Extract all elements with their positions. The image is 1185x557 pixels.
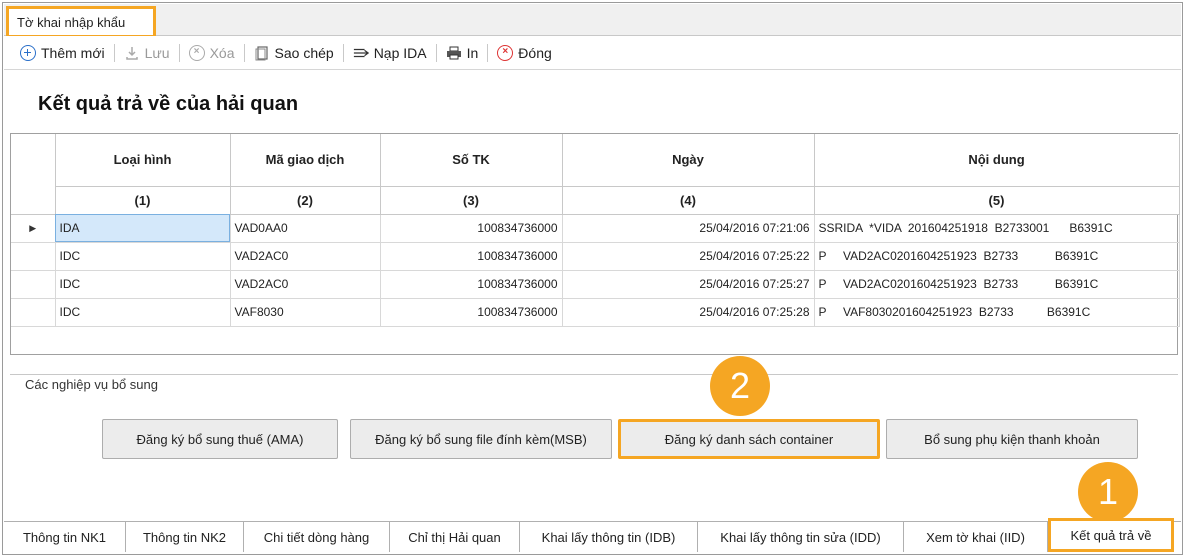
save-label: Lưu xyxy=(144,44,170,61)
tab-khai-lay-thong-tin-idb[interactable]: Khai lấy thông tin (IDB) xyxy=(520,522,698,552)
column-index-3: (3) xyxy=(380,186,563,215)
plus-circle-icon xyxy=(20,44,36,61)
tab-khai-lay-thong-tin-sua-idd[interactable]: Khai lấy thông tin sửa (IDD) xyxy=(698,522,904,552)
save-icon xyxy=(125,46,138,60)
delete-icon: × xyxy=(188,44,205,61)
cell-noi-dung[interactable]: P VAD2AC0201604251923 B2733 B6391C xyxy=(814,270,1180,299)
printer-icon xyxy=(446,46,461,59)
toolbar-separator xyxy=(342,43,344,62)
save-button[interactable]: Lưu xyxy=(118,45,176,61)
page-title: Kết quả trả về của hải quan xyxy=(38,93,299,115)
row-indicator xyxy=(11,242,56,271)
cell-loai-hinh[interactable]: IDC xyxy=(55,270,231,299)
cell-ngay[interactable]: 25/04/2016 07:25:28 xyxy=(562,298,815,327)
tab-xem-to-khai-iid[interactable]: Xem tờ khai (IID) xyxy=(904,522,1048,552)
copy-icon xyxy=(255,45,268,60)
cell-so-tk[interactable]: 100834736000 xyxy=(380,270,563,299)
cell-noi-dung[interactable]: P VAF8030201604251923 B2733 B6391C xyxy=(814,298,1180,327)
column-index-2: (2) xyxy=(230,186,381,215)
cell-so-tk[interactable]: 100834736000 xyxy=(380,298,563,327)
tab-chi-tiet-dong-hang[interactable]: Chi tiết dòng hàng xyxy=(244,522,390,552)
cell-so-tk[interactable]: 100834736000 xyxy=(380,242,563,271)
tab-thong-tin-nk1[interactable]: Thông tin NK1 xyxy=(4,522,126,552)
column-header-ngay[interactable]: Ngày xyxy=(562,134,815,187)
step-badge-1: 1 xyxy=(1078,462,1138,522)
toolbar-separator xyxy=(243,43,245,62)
cell-ma-giao-dich[interactable]: VAD2AC0 xyxy=(230,270,381,299)
cell-loai-hinh[interactable]: IDA xyxy=(55,214,231,243)
cell-ma-giao-dich[interactable]: VAD2AC0 xyxy=(230,242,381,271)
print-button[interactable]: In xyxy=(440,45,485,61)
toolbar-separator xyxy=(487,43,489,62)
results-grid[interactable]: Loại hình Mã giao dịch Số TK Ngày Nội du… xyxy=(10,133,1180,355)
column-header-noi-dung[interactable]: Nội dung xyxy=(814,134,1180,187)
delete-label: Xóa xyxy=(209,44,235,61)
cell-noi-dung[interactable]: SSRIDA *VIDA 201604251918 B2733001 B6391… xyxy=(814,214,1180,243)
current-row-arrow-icon: ▶ xyxy=(11,214,56,243)
register-container-list-button[interactable]: Đăng ký danh sách container xyxy=(618,419,880,459)
load-ida-button[interactable]: Nạp IDA xyxy=(347,45,433,61)
tab-chi-thi-hai-quan[interactable]: Chỉ thị Hải quan xyxy=(390,522,520,552)
cell-loai-hinh[interactable]: IDC xyxy=(55,298,231,327)
load-icon xyxy=(353,48,369,57)
toolbar-separator xyxy=(178,43,180,62)
delete-button[interactable]: × Xóa xyxy=(183,44,241,61)
step-badge-2: 2 xyxy=(710,356,770,416)
row-indicator-header xyxy=(11,134,56,215)
load-ida-label: Nạp IDA xyxy=(373,44,427,61)
tab-thong-tin-nk2[interactable]: Thông tin NK2 xyxy=(126,522,244,552)
table-row[interactable]: IDC VAF8030 100834736000 25/04/2016 07:2… xyxy=(11,298,1180,327)
copy-label: Sao chép xyxy=(274,44,334,61)
results-table: Loại hình Mã giao dịch Số TK Ngày Nội du… xyxy=(11,134,1180,327)
cell-ngay[interactable]: 25/04/2016 07:25:27 xyxy=(562,270,815,299)
bottom-tab-bar: Thông tin NK1 Thông tin NK2 Chi tiết dòn… xyxy=(4,518,1181,553)
main-content: Kết quả trả về của hải quan Loại hình Mã… xyxy=(4,71,1181,517)
column-index-5: (5) xyxy=(814,186,1180,215)
supplementary-group-label: Các nghiệp vụ bổ sung xyxy=(22,377,161,392)
supplementary-group: Các nghiệp vụ bổ sung Đăng ký bổ sung th… xyxy=(10,374,1178,486)
toolbar-separator xyxy=(435,43,437,62)
tab-ket-qua-tra-ve[interactable]: Kết quả trả về xyxy=(1048,518,1174,552)
cell-ngay[interactable]: 25/04/2016 07:25:22 xyxy=(562,242,815,271)
register-attachment-supplement-button[interactable]: Đăng ký bổ sung file đính kèm(MSB) xyxy=(350,419,612,459)
table-row[interactable]: ▶ IDA VAD0AA0 100834736000 25/04/2016 07… xyxy=(11,214,1180,243)
register-tax-supplement-button[interactable]: Đăng ký bổ sung thuế (AMA) xyxy=(102,419,338,459)
print-label: In xyxy=(466,44,479,61)
table-row[interactable]: IDC VAD2AC0 100834736000 25/04/2016 07:2… xyxy=(11,270,1180,299)
document-tab-strip: Tờ khai nhập khẩu xyxy=(4,4,1181,38)
cell-loai-hinh[interactable]: IDC xyxy=(55,242,231,271)
cell-noi-dung[interactable]: P VAD2AC0201604251923 B2733 B6391C xyxy=(814,242,1180,271)
row-indicator xyxy=(11,270,56,299)
column-index-1: (1) xyxy=(55,186,231,215)
copy-button[interactable]: Sao chép xyxy=(248,45,340,61)
table-row[interactable]: IDC VAD2AC0 100834736000 25/04/2016 07:2… xyxy=(11,242,1180,271)
close-button[interactable]: × Đóng xyxy=(491,44,557,61)
column-header-so-tk[interactable]: Số TK xyxy=(380,134,563,187)
cell-ma-giao-dich[interactable]: VAF8030 xyxy=(230,298,381,327)
add-new-button[interactable]: Thêm mới xyxy=(14,44,111,61)
toolbar: Thêm mới Lưu × Xóa Sao chép Nạp IDA In ×… xyxy=(4,36,1181,70)
row-indicator xyxy=(11,298,56,327)
liquidation-accessory-button[interactable]: Bổ sung phụ kiện thanh khoản xyxy=(886,419,1138,459)
column-index-4: (4) xyxy=(562,186,815,215)
toolbar-separator xyxy=(113,43,115,62)
document-tab[interactable]: Tờ khai nhập khẩu xyxy=(6,6,156,38)
add-new-label: Thêm mới xyxy=(41,44,105,61)
cell-ma-giao-dich[interactable]: VAD0AA0 xyxy=(230,214,381,243)
close-label: Đóng xyxy=(518,44,552,61)
column-header-ma-giao-dich[interactable]: Mã giao dịch xyxy=(230,134,381,187)
column-header-loai-hinh[interactable]: Loại hình xyxy=(55,134,231,187)
cell-ngay[interactable]: 25/04/2016 07:21:06 xyxy=(562,214,815,243)
close-icon: × xyxy=(497,44,514,61)
cell-so-tk[interactable]: 100834736000 xyxy=(380,214,563,243)
